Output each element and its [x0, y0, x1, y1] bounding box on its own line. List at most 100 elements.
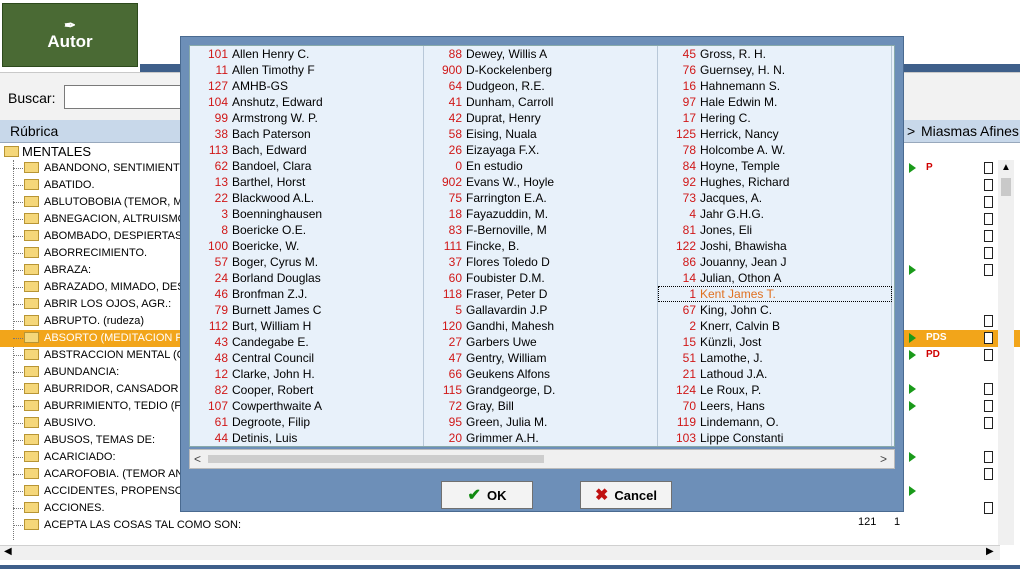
- author-entry[interactable]: 127 AMHB-GS: [190, 78, 424, 94]
- arrow-header[interactable]: >: [907, 123, 915, 139]
- document-icon[interactable]: [984, 451, 993, 463]
- author-entry[interactable]: 48 Central Council: [190, 350, 424, 366]
- author-entry[interactable]: 11 Allen Timothy F: [190, 62, 424, 78]
- author-entry[interactable]: 41 Dunham, Carroll: [424, 94, 658, 110]
- author-entry[interactable]: 84 Hoyne, Temple: [658, 158, 892, 174]
- author-entry[interactable]: 104 Anshutz, Edward: [190, 94, 424, 110]
- document-icon[interactable]: [984, 417, 993, 429]
- author-entry[interactable]: 72 Gray, Bill: [424, 398, 658, 414]
- author-entry[interactable]: 57 Boger, Cyrus M.: [190, 254, 424, 270]
- play-icon[interactable]: [909, 384, 916, 394]
- document-icon[interactable]: [984, 230, 993, 242]
- document-icon[interactable]: [984, 179, 993, 191]
- author-entry[interactable]: 88 Dewey, Willis A: [424, 46, 658, 62]
- author-entry[interactable]: 112 Burt, William H: [190, 318, 424, 334]
- author-list-scrollbar[interactable]: < >: [189, 449, 895, 469]
- document-icon[interactable]: [984, 247, 993, 259]
- document-icon[interactable]: [984, 502, 993, 514]
- author-entry[interactable]: 122 Joshi, Bhawisha: [658, 238, 892, 254]
- author-entry[interactable]: 119 Lindemann, O.: [658, 414, 892, 430]
- author-entry[interactable]: 92 Hughes, Richard: [658, 174, 892, 190]
- author-entry[interactable]: 66 Geukens Alfons: [424, 366, 658, 382]
- author-entry[interactable]: 111 Fincke, B.: [424, 238, 658, 254]
- scroll-thumb[interactable]: [208, 455, 544, 463]
- scroll-left-icon[interactable]: <: [194, 452, 201, 466]
- author-entry[interactable]: 95 Green, Julia M.: [424, 414, 658, 430]
- scroll-up-icon[interactable]: ▲: [1001, 162, 1011, 173]
- author-entry[interactable]: 83 F-Bernoville, M: [424, 222, 658, 238]
- document-icon[interactable]: [984, 332, 993, 344]
- author-entry[interactable]: 24 Borland Douglas: [190, 270, 424, 286]
- play-icon[interactable]: [909, 350, 916, 360]
- author-entry[interactable]: 900 D-Kockelenberg: [424, 62, 658, 78]
- author-entry[interactable]: 78 Holcombe A. W.: [658, 142, 892, 158]
- author-entry[interactable]: 18 Fayazuddin, M.: [424, 206, 658, 222]
- author-entry[interactable]: 61 Degroote, Filip: [190, 414, 424, 430]
- author-entry[interactable]: 67 King, John C.: [658, 302, 892, 318]
- author-entry[interactable]: 51 Lamothe, J.: [658, 350, 892, 366]
- author-entry[interactable]: 27 Garbers Uwe: [424, 334, 658, 350]
- author-entry[interactable]: 2 Knerr, Calvin B: [658, 318, 892, 334]
- author-entry[interactable]: 103 Lippe Constanti: [658, 430, 892, 446]
- rubrica-header[interactable]: Rúbrica: [10, 123, 58, 139]
- play-icon[interactable]: [909, 486, 916, 496]
- author-entry[interactable]: 70 Leers, Hans: [658, 398, 892, 414]
- document-icon[interactable]: [984, 213, 993, 225]
- play-icon[interactable]: [909, 265, 916, 275]
- author-entry[interactable]: 118 Fraser, Peter D: [424, 286, 658, 302]
- miasmas-header[interactable]: Miasmas: [921, 123, 977, 139]
- ok-button[interactable]: ✔ OK: [441, 481, 533, 509]
- author-entry[interactable]: 120 Gandhi, Mahesh: [424, 318, 658, 334]
- author-entry[interactable]: 16 Hahnemann S.: [658, 78, 892, 94]
- document-icon[interactable]: [984, 400, 993, 412]
- document-icon[interactable]: [984, 468, 993, 480]
- play-icon[interactable]: [909, 333, 916, 343]
- author-entry[interactable]: 4 Jahr G.H.G.: [658, 206, 892, 222]
- author-entry[interactable]: 101 Allen Henry C.: [190, 46, 424, 62]
- author-entry[interactable]: 64 Dudgeon, R.E.: [424, 78, 658, 94]
- author-entry[interactable]: 15 Künzli, Jost: [658, 334, 892, 350]
- author-entry[interactable]: 46 Bronfman Z.J.: [190, 286, 424, 302]
- author-entry[interactable]: 97 Hale Edwin M.: [658, 94, 892, 110]
- author-entry[interactable]: 5 Gallavardin J.P: [424, 302, 658, 318]
- author-entry[interactable]: 113 Bach, Edward: [190, 142, 424, 158]
- author-entry[interactable]: 42 Duprat, Henry: [424, 110, 658, 126]
- play-icon[interactable]: [909, 401, 916, 411]
- author-entry[interactable]: 20 Grimmer A.H.: [424, 430, 658, 446]
- author-entry[interactable]: 60 Foubister D.M.: [424, 270, 658, 286]
- play-icon[interactable]: [909, 452, 916, 462]
- search-input[interactable]: [64, 85, 186, 109]
- document-icon[interactable]: [984, 315, 993, 327]
- author-entry[interactable]: 22 Blackwood A.L.: [190, 190, 424, 206]
- document-icon[interactable]: [984, 264, 993, 276]
- author-entry[interactable]: 76 Guernsey, H. N.: [658, 62, 892, 78]
- author-entry[interactable]: 58 Eising, Nuala: [424, 126, 658, 142]
- author-list[interactable]: 101 Allen Henry C. 11 Allen Timothy F 127 AMH…: [189, 45, 895, 447]
- author-entry[interactable]: 1 Kent James T.: [658, 286, 892, 302]
- author-entry[interactable]: 73 Jacques, A.: [658, 190, 892, 206]
- document-icon[interactable]: [984, 383, 993, 395]
- author-entry[interactable]: 81 Jones, Eli: [658, 222, 892, 238]
- main-vertical-scrollbar[interactable]: ▲: [998, 160, 1014, 545]
- scroll-left-icon[interactable]: ◀: [4, 546, 12, 557]
- author-entry[interactable]: 8 Boericke O.E.: [190, 222, 424, 238]
- scroll-right-icon[interactable]: >: [880, 452, 887, 466]
- author-entry[interactable]: 12 Clarke, John H.: [190, 366, 424, 382]
- author-entry[interactable]: 14 Julian, Othon A: [658, 270, 892, 286]
- author-entry[interactable]: 86 Jouanny, Jean J: [658, 254, 892, 270]
- author-entry[interactable]: 43 Candegabe E.: [190, 334, 424, 350]
- author-entry[interactable]: 38 Bach Paterson: [190, 126, 424, 142]
- author-entry[interactable]: 99 Armstrong W. P.: [190, 110, 424, 126]
- author-entry[interactable]: 125 Herrick, Nancy: [658, 126, 892, 142]
- author-entry[interactable]: 37 Flores Toledo D: [424, 254, 658, 270]
- document-icon[interactable]: [984, 349, 993, 361]
- author-entry[interactable]: 3 Boenninghausen: [190, 206, 424, 222]
- author-entry[interactable]: 79 Burnett James C: [190, 302, 424, 318]
- scroll-right-icon[interactable]: ▶: [986, 546, 994, 557]
- author-entry[interactable]: 45 Gross, R. H.: [658, 46, 892, 62]
- play-icon[interactable]: [909, 163, 916, 173]
- main-horizontal-scrollbar[interactable]: ◀ ▶: [0, 545, 1000, 560]
- author-entry[interactable]: 21 Lathoud J.A.: [658, 366, 892, 382]
- author-entry[interactable]: 17 Hering C.: [658, 110, 892, 126]
- author-entry[interactable]: 75 Farrington E.A.: [424, 190, 658, 206]
